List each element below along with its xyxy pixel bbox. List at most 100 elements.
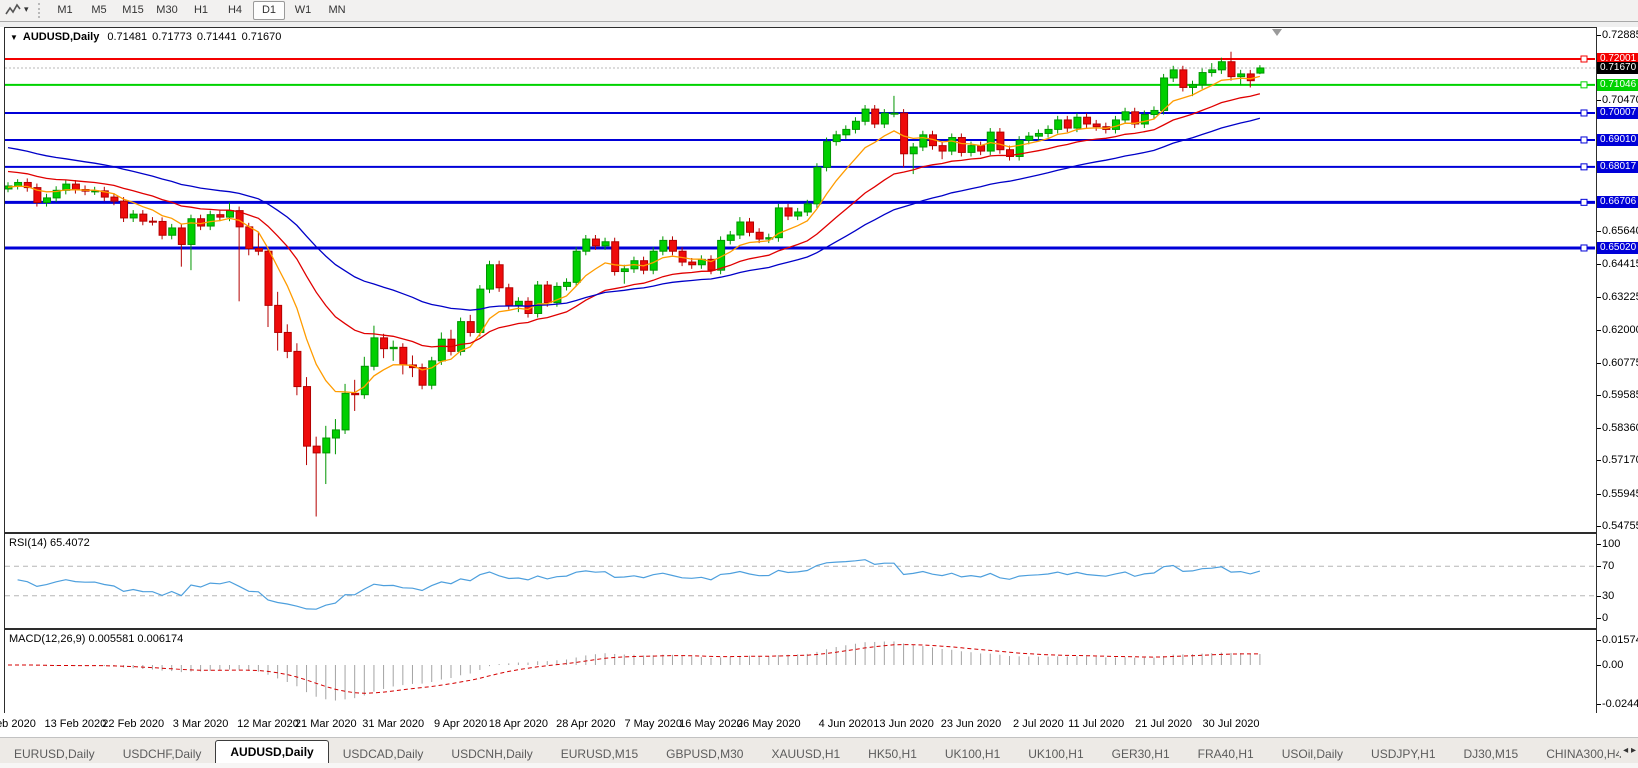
price-level-badge: 0.70007 [1597,107,1638,119]
timeframe-button-w1[interactable]: W1 [287,1,319,20]
candlestick [332,430,339,438]
candlestick [1122,112,1129,120]
tab-scroll-right-icon[interactable]: ▸ [1631,745,1636,756]
level-line-handle[interactable] [1581,56,1587,62]
toolbar-grip[interactable] [38,3,43,18]
price-tick-label: 0.58360 [1602,422,1638,434]
symbol-tab-dj30-m15[interactable]: DJ30,M15 [1450,744,1533,764]
symbol-tab-uk100-h1[interactable]: UK100,H1 [1014,744,1097,764]
symbol-tab-xauusd-h1[interactable]: XAUUSD,H1 [757,744,854,764]
date-tick-label: 23 Jun 2020 [941,718,1002,730]
candlestick [795,212,802,216]
candlestick [1064,120,1071,128]
symbol-tab-gbpusd-m30[interactable]: GBPUSD,M30 [652,744,757,764]
timeframe-button-mn[interactable]: MN [321,1,353,20]
price-level-badge: 0.65020 [1597,242,1638,254]
ohlc-low: 0.71441 [197,31,237,43]
date-tick-label: 21 Mar 2020 [295,718,357,730]
candlestick [862,109,869,121]
date-tick-label: 22 Feb 2020 [102,718,164,730]
tab-scroll-left-icon[interactable]: ◂ [1623,745,1628,756]
candlestick [284,332,291,351]
price-tick-label: 0.60775 [1602,357,1638,369]
candlestick [1141,115,1148,124]
candlestick [390,347,397,348]
date-tick-label: 31 Mar 2020 [362,718,424,730]
timeframe-button-m5[interactable]: M5 [83,1,115,20]
candlestick [275,305,282,332]
candlestick [1055,120,1062,129]
macd-tick-label: 0.015741 [1602,634,1638,646]
symbol-tab-uk100-h1[interactable]: UK100,H1 [931,744,1014,764]
rsi-tick-label: 0 [1602,612,1608,624]
candlestick [968,146,975,153]
date-axis[interactable]: 4 Feb 202013 Feb 202022 Feb 20203 Mar 20… [0,713,1638,736]
candlestick [978,146,985,151]
chart-tool-dropdown-icon[interactable]: ▾ [24,4,29,15]
rsi-axis[interactable]: 100 70 30 0 [1597,533,1638,627]
symbol-tab-eurusd-daily[interactable]: EURUSD,Daily [0,744,109,764]
rsi-plot[interactable] [5,534,1595,626]
symbol-tab-usdchf-daily[interactable]: USDCHF,Daily [109,744,216,764]
symbol-tab-fra40-h1[interactable]: FRA40,H1 [1184,744,1268,764]
date-tick-label: 3 Mar 2020 [173,718,229,730]
level-line-handle[interactable] [1581,199,1587,205]
date-tick-label: 9 Apr 2020 [434,718,487,730]
rsi-tick-label: 100 [1602,538,1620,550]
candlestick [997,132,1004,150]
symbol-tab-usdcnh-daily[interactable]: USDCNH,Daily [437,744,546,764]
chart-shift-marker-icon[interactable] [1272,29,1282,36]
candlestick [1026,136,1033,140]
candlestick [785,208,792,216]
price-tick-label: 0.64415 [1602,258,1638,270]
candlestick [352,393,359,394]
timeframe-button-h4[interactable]: H4 [219,1,251,20]
symbol-tab-audusd-daily[interactable]: AUDUSD,Daily [215,740,328,764]
timeframe-button-d1[interactable]: D1 [253,1,285,20]
candlestick [149,221,156,222]
rsi-tick-label: 30 [1602,590,1614,602]
symbol-tab-usdcad-daily[interactable]: USDCAD,Daily [329,744,438,764]
candlestick [564,282,571,286]
date-tick-label: 11 Jul 2020 [1068,718,1124,730]
candlestick [226,211,233,217]
level-line-handle[interactable] [1581,164,1587,170]
rsi-line [18,560,1260,610]
candlestick [939,146,946,151]
timeframe-button-m15[interactable]: M15 [117,1,149,20]
level-line-handle[interactable] [1581,110,1587,116]
candlestick [1238,74,1245,77]
candlestick [824,142,831,168]
candlestick [881,113,888,124]
candlestick [1045,129,1052,133]
price-plot[interactable] [5,28,1595,531]
price-tick-label: 0.72885 [1602,29,1638,41]
candlestick [949,138,956,152]
candlestick [246,227,253,249]
symbol-tab-usdjpy-h1[interactable]: USDJPY,H1 [1357,744,1449,764]
symbol-tab-eurusd-m15[interactable]: EURUSD,M15 [547,744,652,764]
price-axis[interactable]: 0.728850.704700.656400.644150.632250.620… [1597,27,1638,531]
timeframe-button-m30[interactable]: M30 [151,1,183,20]
timeframe-button-m1[interactable]: M1 [49,1,81,20]
symbol-tab-hk50-h1[interactable]: HK50,H1 [854,744,931,764]
level-line-handle[interactable] [1581,137,1587,143]
macd-tick-label: -0.024412 [1602,698,1638,710]
ohlc-close: 0.71670 [242,31,282,43]
chart-tool-icon[interactable] [4,2,22,19]
level-line-handle[interactable] [1581,82,1587,88]
macd-axis[interactable]: 0.0157410.00-0.024412 [1597,629,1638,712]
rsi-tick-label: 70 [1602,560,1614,572]
date-tick-label: 7 May 2020 [624,718,681,730]
candlestick [487,265,494,289]
candlestick [592,239,599,246]
symbol-tab-usoil-daily[interactable]: USOil,Daily [1268,744,1357,764]
symbol-tab-ger30-h1[interactable]: GER30,H1 [1098,744,1184,764]
candlestick [140,214,147,221]
collapse-chart-icon[interactable]: ▼ [10,33,18,42]
timeframe-button-h1[interactable]: H1 [185,1,217,20]
candlestick [689,262,696,265]
candlestick [737,222,744,235]
level-line-handle[interactable] [1581,245,1587,251]
macd-plot[interactable] [5,630,1595,711]
